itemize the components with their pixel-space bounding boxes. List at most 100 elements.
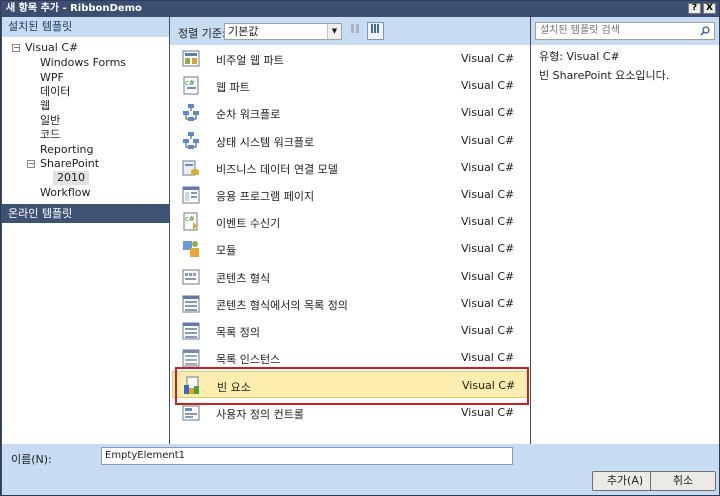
search-icon[interactable]	[700, 26, 710, 36]
template-language: Visual C#	[461, 405, 515, 419]
collapse-icon[interactable]: −	[12, 44, 20, 52]
tree-item-web[interactable]: 웹	[40, 99, 50, 113]
online-templates-header[interactable]: 온라인 템플릿	[2, 204, 169, 223]
csharp-file-icon: c#	[181, 76, 201, 96]
name-label: 이름(N):	[11, 453, 52, 466]
close-button[interactable]: X	[703, 3, 716, 14]
tree-item-sharepoint-2010[interactable]: 2010	[53, 171, 89, 185]
list-instance-icon	[181, 348, 201, 368]
cancel-button[interactable]: 취소	[650, 471, 716, 491]
template-row[interactable]: 응용 프로그램 페이지 Visual C#	[172, 181, 528, 208]
template-name: 사용자 정의 컨트롤	[216, 407, 304, 421]
template-language: Visual C#	[461, 269, 515, 283]
template-language: Visual C#	[461, 160, 515, 174]
tree-item-code[interactable]: 코드	[40, 128, 60, 142]
template-language: Visual C#	[461, 79, 515, 93]
search-input[interactable]: 설치된 템플릿 검색	[535, 22, 715, 40]
template-language: Visual C#	[461, 188, 515, 201]
template-row[interactable]: 목록 정의 Visual C#	[172, 317, 528, 344]
webpart-icon	[181, 49, 201, 69]
add-button[interactable]: 추가(A)	[592, 471, 658, 491]
template-type: 유형: Visual C#	[539, 50, 620, 63]
help-button[interactable]: ?	[688, 3, 701, 14]
template-name: 상태 시스템 워크플로	[216, 135, 315, 149]
template-list-pane: 정렬 기준: 기본값 ▼ 비주얼 웹 파트 Visual C# c# 웹 파트 Visu…	[170, 17, 530, 444]
list-view-button[interactable]	[367, 22, 384, 40]
sort-select[interactable]: 기본값 ▼	[224, 23, 342, 40]
template-language: Visual C#	[461, 242, 515, 256]
chevron-down-icon: ▼	[327, 24, 341, 39]
template-row[interactable]: 콘텐츠 형식에서의 목록 정의 Visual C#	[172, 290, 528, 317]
template-name: 빈 요소	[217, 381, 251, 395]
template-language: Visual C#	[461, 133, 515, 147]
add-new-item-dialog: 새 항목 추가 - RibbonDemo ? X 설치된 템플릿 − Visua…	[0, 0, 720, 496]
template-language: Visual C#	[461, 106, 515, 120]
template-name: 비즈니스 데이터 연결 모델	[216, 162, 338, 176]
template-row[interactable]: 목록 인스턴스 Visual C#	[172, 344, 528, 371]
template-name: 웹 파트	[216, 81, 250, 95]
template-language: Visual C#	[461, 52, 515, 65]
template-details-pane: 설치된 템플릿 검색 유형: Visual C# 빈 SharePoint 요소…	[531, 17, 719, 444]
grid-view-icon	[351, 24, 359, 33]
tree-item-visual-csharp[interactable]: − Visual C#	[12, 41, 78, 55]
template-name: 모듈	[216, 244, 237, 258]
template-row[interactable]: 비주얼 웹 파트 Visual C#	[172, 45, 528, 72]
sort-value: 기본값	[228, 25, 259, 38]
bdc-model-icon	[181, 158, 201, 178]
template-language: Visual C#	[461, 296, 515, 310]
template-name: 목록 정의	[216, 326, 260, 339]
template-description: 빈 SharePoint 요소입니다.	[539, 69, 670, 82]
template-row[interactable]: 비즈니스 데이터 연결 모델 Visual C#	[172, 154, 528, 181]
sort-label: 정렬 기준:	[178, 27, 226, 40]
template-name: 순차 워크플로	[216, 108, 281, 122]
template-row[interactable]: 순차 워크플로 Visual C#	[172, 99, 528, 126]
template-language: Visual C#	[461, 351, 515, 365]
workflow-icon	[181, 103, 201, 123]
template-row[interactable]: 사용자 정의 컨트롤 Visual C#	[172, 399, 528, 426]
template-name: 목록 인스턴스	[216, 353, 281, 367]
content-type-icon	[181, 267, 201, 287]
template-name: 응용 프로그램 페이지	[216, 190, 315, 203]
template-name: 이벤트 수신기	[216, 217, 281, 231]
list-definition-icon	[181, 321, 201, 341]
module-icon	[181, 239, 201, 259]
app-page-icon	[181, 185, 201, 205]
template-row[interactable]: 모듈 Visual C#	[172, 235, 528, 262]
list-view-icon	[371, 24, 379, 33]
template-language: Visual C#	[462, 379, 516, 393]
user-control-icon	[181, 403, 201, 423]
medium-icons-view-button[interactable]	[347, 22, 364, 40]
template-row[interactable]: 빈 요소 Visual C#	[172, 371, 528, 399]
installed-templates-header[interactable]: 설치된 템플릿	[2, 17, 169, 37]
template-language: Visual C#	[461, 324, 515, 337]
list-definition-icon	[181, 294, 201, 314]
sort-toolbar: 정렬 기준: 기본값 ▼	[170, 17, 530, 45]
template-language: Visual C#	[461, 215, 515, 229]
title-bar: 새 항목 추가 - RibbonDemo ? X	[1, 1, 719, 16]
search-bar: 설치된 템플릿 검색	[531, 17, 719, 45]
tree-item-workflow[interactable]: Workflow	[40, 186, 91, 200]
template-name: 비주얼 웹 파트	[216, 54, 284, 67]
window-title: 새 항목 추가 - RibbonDemo	[6, 3, 142, 14]
tree-item-general[interactable]: 일반	[40, 114, 60, 128]
tree-item-wpf[interactable]: WPF	[40, 71, 64, 85]
dialog-footer: 이름(N): EmptyElement1 추가(A) 취소	[2, 444, 719, 495]
name-field[interactable]: EmptyElement1	[101, 447, 513, 465]
svg-text:c#: c#	[185, 215, 195, 223]
tree-item-windows-forms[interactable]: Windows Forms	[40, 56, 126, 70]
template-name: 콘텐츠 형식	[216, 271, 271, 285]
template-name: 콘텐츠 형식에서의 목록 정의	[216, 298, 348, 312]
template-row[interactable]: 상태 시스템 워크플로 Visual C#	[172, 127, 528, 154]
empty-element-icon	[182, 376, 202, 396]
event-receiver-icon: c#	[181, 212, 201, 232]
tree-item-reporting[interactable]: Reporting	[40, 143, 93, 157]
workflow-icon	[181, 131, 201, 151]
template-row[interactable]: c# 웹 파트 Visual C#	[172, 72, 528, 99]
tree-item-sharepoint[interactable]: − SharePoint	[27, 157, 99, 171]
collapse-icon[interactable]: −	[27, 160, 35, 168]
tree-item-data[interactable]: 데이터	[40, 85, 70, 99]
search-placeholder: 설치된 템플릿 검색	[540, 25, 620, 36]
template-row[interactable]: 콘텐츠 형식 Visual C#	[172, 263, 528, 290]
template-row[interactable]: c# 이벤트 수신기 Visual C#	[172, 208, 528, 235]
svg-text:c#: c#	[185, 79, 195, 87]
